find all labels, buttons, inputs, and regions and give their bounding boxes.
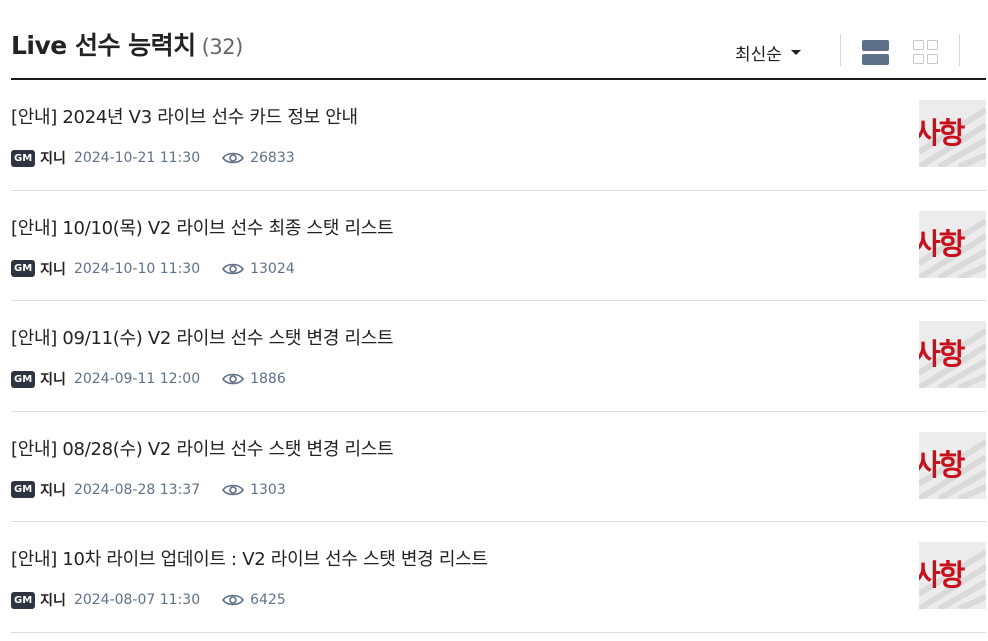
post-date: 2024-10-10 11:30 [73, 260, 201, 277]
author-name: 지니 [40, 151, 66, 167]
post-title[interactable]: [안내] 09/11(수) V2 라이브 선수 스탯 변경 리스트 [11, 324, 394, 350]
list-item[interactable]: [안내] 09/11(수) V2 라이브 선수 스탯 변경 리스트 GM 지니 … [11, 301, 986, 412]
post-title[interactable]: [안내] 10차 라이브 업데이트 : V2 라이브 선수 스탯 변경 리스트 [11, 545, 488, 571]
post-thumbnail[interactable]: 사항 [919, 210, 986, 278]
post-title[interactable]: [안내] 10/10(목) V2 라이브 선수 최종 스탯 리스트 [11, 214, 394, 240]
eye-icon [222, 594, 245, 606]
list-item[interactable]: [안내] 10/10(목) V2 라이브 선수 최종 스탯 리스트 GM 지니 … [11, 191, 986, 301]
post-thumbnail[interactable]: 사항 [919, 542, 986, 609]
view-count: 26833 [250, 150, 295, 166]
post-list: [안내] 2024년 V3 라이브 선수 카드 정보 안내 GM 지니 2024… [11, 80, 986, 633]
post-date: 2024-10-21 11:30 [73, 150, 201, 166]
post-meta: GM 지니 2024-08-28 13:37 1303 [11, 481, 286, 499]
gm-badge: GM [11, 370, 36, 388]
eye-icon [222, 152, 245, 164]
eye-icon [222, 263, 245, 274]
view-count: 6425 [250, 592, 286, 608]
eye-icon [222, 373, 245, 385]
list-item[interactable]: [안내] 2024년 V3 라이브 선수 카드 정보 안내 GM 지니 2024… [11, 80, 986, 191]
post-title[interactable]: [안내] 08/28(수) V2 라이브 선수 스탯 변경 리스트 [11, 435, 394, 461]
thumbnail-text: 사항 [919, 558, 965, 592]
gm-badge: GM [11, 260, 36, 277]
page-title: Live 선수 능력치 (32) [11, 26, 243, 62]
list-item[interactable]: [안내] 08/28(수) V2 라이브 선수 스탯 변경 리스트 GM 지니 … [11, 412, 986, 522]
author-name: 지니 [40, 593, 66, 609]
thumbnail-text: 사항 [919, 116, 965, 150]
post-meta: GM 지니 2024-10-10 11:30 13024 [11, 260, 295, 278]
gm-badge: GM [11, 149, 36, 167]
page-header: Live 선수 능력치 (32) 최신순 [11, 0, 986, 80]
list-item[interactable]: [안내] 10차 라이브 업데이트 : V2 라이브 선수 스탯 변경 리스트 … [11, 522, 986, 633]
divider [959, 34, 960, 66]
grid-view-button[interactable] [913, 40, 940, 65]
post-thumbnail[interactable]: 사항 [919, 321, 986, 388]
post-meta: GM 지니 2024-10-21 11:30 26833 [11, 149, 295, 167]
post-count: (32) [201, 35, 244, 59]
thumbnail-text: 사항 [919, 447, 965, 482]
post-meta: GM 지니 2024-08-07 11:30 6425 [11, 591, 286, 609]
sort-label: 최신순 [735, 45, 782, 65]
eye-icon [222, 484, 245, 495]
author-name: 지니 [40, 372, 66, 388]
thumbnail-text: 사항 [919, 337, 965, 371]
divider [840, 34, 841, 66]
view-count: 1886 [250, 371, 286, 387]
author-name: 지니 [40, 261, 66, 278]
page-title-text: Live 선수 능력치 [11, 31, 196, 60]
caret-down-icon [790, 50, 801, 55]
view-count: 13024 [250, 260, 295, 277]
post-thumbnail[interactable]: 사항 [919, 100, 986, 167]
sort-dropdown[interactable]: 최신순 [735, 40, 801, 65]
thumbnail-text: 사항 [919, 226, 965, 261]
gm-badge: GM [11, 481, 36, 498]
post-title[interactable]: [안내] 2024년 V3 라이브 선수 카드 정보 안내 [11, 103, 358, 129]
post-thumbnail[interactable]: 사항 [919, 431, 986, 499]
post-date: 2024-09-11 12:00 [73, 371, 201, 387]
gm-badge: GM [11, 591, 36, 609]
post-meta: GM 지니 2024-09-11 12:00 1886 [11, 370, 286, 388]
post-date: 2024-08-07 11:30 [73, 592, 201, 608]
view-count: 1303 [250, 481, 286, 498]
post-date: 2024-08-28 13:37 [73, 481, 201, 498]
author-name: 지니 [40, 482, 66, 499]
list-view-button[interactable] [862, 40, 889, 65]
